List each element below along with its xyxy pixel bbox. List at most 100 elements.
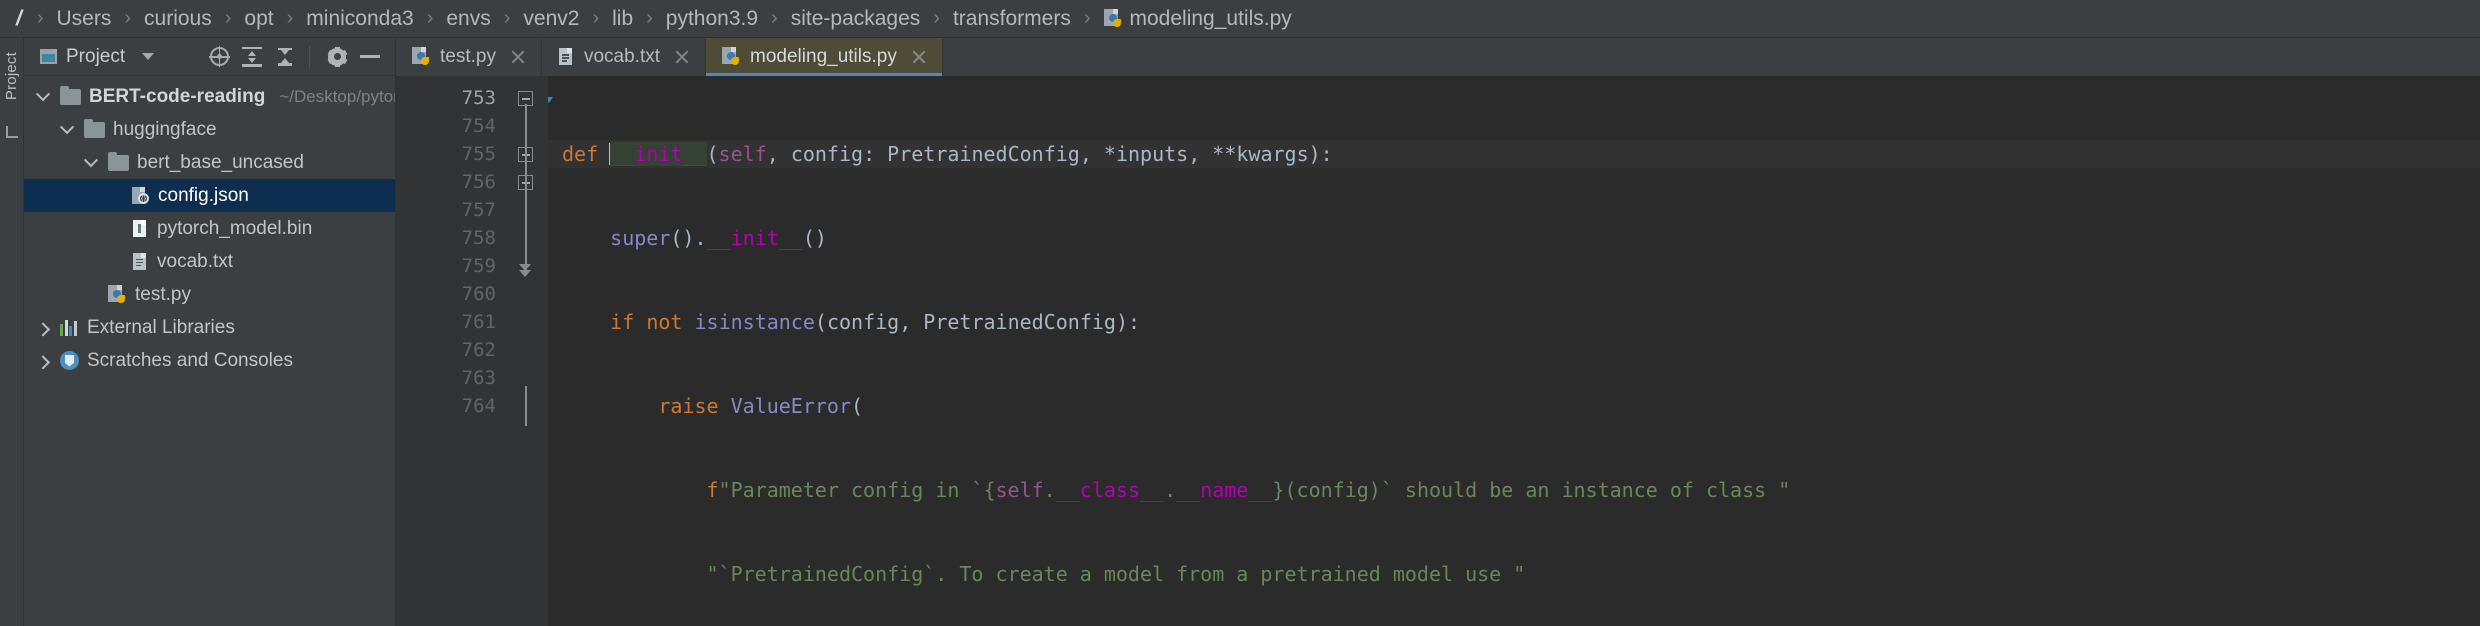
folder-icon (84, 118, 105, 138)
python-file-icon (412, 47, 431, 67)
line-number: 753 (461, 87, 496, 109)
minus-icon (360, 55, 380, 58)
toolbar-divider (309, 45, 310, 68)
tree-node-test-py[interactable]: test.py (24, 278, 395, 311)
line-number: 757 (461, 199, 496, 221)
chevron-down-icon[interactable] (58, 119, 76, 135)
txt-file-icon (132, 252, 149, 272)
libraries-icon (60, 319, 79, 336)
fold-line (504, 308, 548, 336)
tree-node-label: bert_base_uncased (137, 151, 304, 173)
chevron-right-icon[interactable] (34, 354, 52, 369)
close-icon[interactable] (673, 48, 691, 66)
python-file-icon (108, 284, 127, 305)
breadcrumb-separator: › (771, 7, 778, 29)
tab-vocab-txt[interactable]: vocab.txt (542, 38, 707, 76)
code-line-753[interactable]: def __init__(self, config: PretrainedCon… (548, 140, 2480, 168)
breadcrumb-item-python39[interactable]: python3.9 (664, 7, 760, 31)
tree-node-label: pytorch_model.bin (157, 217, 313, 239)
breadcrumb-item-venv2[interactable]: venv2 (521, 7, 581, 31)
breadcrumb-item-users[interactable]: Users (55, 7, 114, 31)
tree-node-config-json[interactable]: {} config.json (24, 179, 395, 212)
fold-region-line (525, 386, 527, 426)
breadcrumb-item-file[interactable]: modeling_utils.py (1102, 7, 1294, 31)
tree-node-scratches-and-consoles[interactable]: Scratches and Consoles (24, 344, 395, 377)
code-line-756[interactable]: raise ValueError( (548, 392, 2480, 420)
line-number: 755 (461, 143, 496, 165)
fold-line (504, 280, 548, 308)
breadcrumb-item-envs[interactable]: envs (444, 7, 492, 31)
breadcrumb-item-lib[interactable]: lib (610, 7, 635, 31)
line-number: 763 (461, 367, 496, 389)
tree-node-label: config.json (158, 184, 249, 206)
tree-node-external-libraries[interactable]: External Libraries (24, 311, 395, 344)
tool-button-project[interactable]: Project (3, 52, 20, 100)
close-icon[interactable] (910, 48, 928, 66)
breadcrumb-item-miniconda3[interactable]: miniconda3 (304, 7, 415, 31)
tree-node-label: External Libraries (87, 316, 235, 338)
code-line-757[interactable]: f"Parameter config in `{self.__class__._… (548, 476, 2480, 504)
hide-panel-button[interactable] (355, 42, 385, 72)
line-number: 754 (461, 115, 496, 137)
tree-node-bert-base-uncased[interactable]: bert_base_uncased (24, 146, 395, 179)
line-number-gutter[interactable]: 753 754 755 756 757 758 759 760 761 762 … (396, 76, 553, 626)
code-line-754[interactable]: super().__init__() (548, 224, 2480, 252)
tree-node-path: ~/Desktop/pytorch (279, 86, 395, 106)
code-line-755[interactable]: if not isinstance(config, PretrainedConf… (548, 308, 2480, 336)
fold-line (504, 336, 548, 364)
tree-node-bert-code-reading[interactable]: BERT-code-reading ~/Desktop/pytorch (24, 80, 395, 113)
tree-node-pytorch-model-bin[interactable]: pytorch_model.bin (24, 212, 395, 245)
fold-region-line (525, 196, 527, 264)
tree-node-label: test.py (135, 283, 191, 305)
code-folding-gutter[interactable] (504, 76, 548, 626)
collapse-all-icon (275, 47, 295, 67)
code-editor[interactable]: 753 754 755 756 757 758 759 760 761 762 … (396, 76, 2480, 626)
tab-test-py[interactable]: test.py (396, 38, 542, 76)
line-number: 756 (461, 171, 496, 193)
project-panel-title: Project (66, 45, 126, 67)
project-window-icon (40, 49, 57, 64)
breadcrumb-root[interactable]: / (14, 7, 26, 31)
breadcrumb-separator: › (592, 7, 600, 29)
code-text-area[interactable]: def __init__(self, config: PretrainedCon… (548, 76, 2480, 626)
expand-all-button[interactable] (237, 42, 267, 72)
breadcrumb-item-opt[interactable]: opt (242, 7, 275, 31)
tab-label: modeling_utils.py (750, 46, 897, 67)
folder-icon (108, 151, 129, 171)
chevron-down-icon[interactable] (82, 152, 100, 168)
breadcrumb-separator: › (286, 7, 294, 29)
breadcrumb-separator: › (933, 7, 940, 29)
chevron-down-icon[interactable] (34, 86, 52, 102)
project-title-group[interactable]: Project (40, 45, 155, 68)
tab-modeling-utils-py[interactable]: modeling_utils.py (706, 38, 943, 76)
line-number: 764 (461, 395, 496, 417)
locate-file-button[interactable] (204, 42, 234, 72)
tree-node-huggingface[interactable]: huggingface (24, 113, 395, 146)
breadcrumb-item-site-packages[interactable]: site-packages (789, 7, 923, 31)
collapse-all-button[interactable] (270, 42, 300, 72)
chevron-down-icon[interactable] (142, 53, 155, 60)
tree-node-vocab-txt[interactable]: vocab.txt (24, 245, 395, 278)
breadcrumb-item-transformers[interactable]: transformers (951, 7, 1073, 31)
close-icon[interactable] (509, 48, 527, 66)
breadcrumb-separator: › (36, 7, 44, 29)
bin-file-icon (132, 219, 149, 239)
line-number: 759 (461, 255, 496, 277)
breadcrumb-file-label: modeling_utils.py (1129, 6, 1292, 30)
tab-label: vocab.txt (583, 46, 661, 67)
breadcrumb-separator: › (124, 7, 132, 29)
project-file-tree[interactable]: BERT-code-reading ~/Desktop/pytorch hugg… (24, 76, 395, 626)
line-number: 762 (461, 339, 496, 361)
python-file-icon (1103, 8, 1123, 29)
python-file-icon (722, 47, 741, 67)
chevron-right-icon[interactable] (34, 321, 52, 336)
gear-icon (327, 46, 347, 67)
project-tool-window: Project BERT-code-reading ~/Desktop/pyto… (24, 38, 396, 626)
crosshair-icon (208, 46, 230, 67)
breadcrumb-item-curious[interactable]: curious (142, 7, 214, 31)
txt-file-icon (558, 47, 575, 67)
settings-button[interactable] (322, 42, 352, 72)
code-line-758[interactable]: "`PretrainedConfig`. To create a model f… (548, 560, 2480, 588)
folder-icon (60, 85, 81, 105)
structure-icon[interactable] (5, 126, 18, 139)
